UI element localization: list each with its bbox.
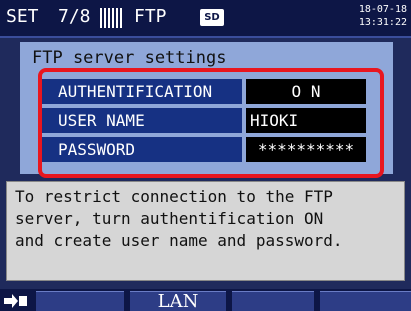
help-message-box: To restrict connection to the FTP server…: [6, 181, 405, 281]
panel-title: FTP server settings: [32, 48, 227, 68]
softkey-3[interactable]: [232, 291, 314, 311]
softkey-lan-label: LAN: [157, 291, 199, 311]
sd-card-icon: SD: [200, 9, 224, 26]
mode-label: SET: [6, 6, 39, 27]
password-field[interactable]: **********: [246, 137, 366, 162]
softkey-1[interactable]: [36, 291, 124, 311]
device-screen: SET 7/8 FTP SD 18-07-18 13:31:22 FTP ser…: [0, 0, 411, 311]
authentication-value[interactable]: O N: [246, 79, 366, 104]
user-name-field[interactable]: HIOKI: [246, 108, 366, 133]
date-text: 18-07-18: [358, 4, 407, 15]
time-text: 13:31:22: [358, 17, 407, 28]
password-label: PASSWORD: [42, 137, 242, 162]
authentication-label: AUTHENTIFICATION: [42, 79, 242, 104]
section-label: FTP: [134, 6, 167, 27]
softkey-4[interactable]: [320, 291, 411, 311]
status-bar: SET 7/8 FTP SD 18-07-18 13:31:22: [0, 0, 411, 38]
page-indicator: 7/8: [58, 6, 91, 27]
user-name-label: USER NAME: [42, 108, 242, 133]
plug-arrow-icon[interactable]: [4, 292, 30, 310]
datetime: 18-07-18 13:31:22: [359, 3, 407, 29]
softkey-lan[interactable]: LAN: [130, 291, 226, 311]
memory-bars-icon: [100, 8, 124, 28]
help-message: To restrict connection to the FTP server…: [15, 187, 343, 250]
